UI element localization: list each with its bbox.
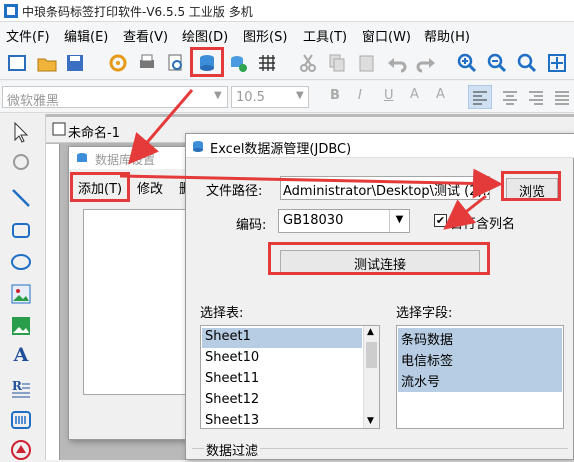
file-path-label: 文件路径:	[206, 184, 263, 199]
save-icon[interactable]	[64, 52, 86, 74]
text-tool-icon[interactable]: A	[9, 344, 33, 368]
text-style-icon[interactable]: A	[410, 87, 419, 102]
picture-tool-icon[interactable]	[9, 314, 33, 338]
document-tab[interactable]: 未命名-1	[68, 122, 120, 141]
zoom-out-icon[interactable]	[486, 52, 508, 74]
image-tool-icon[interactable]	[9, 282, 33, 306]
first-row-label: 首行含列名	[450, 217, 516, 232]
database-icon	[193, 141, 203, 152]
settings-icon[interactable]	[107, 52, 129, 74]
add-button-highlight	[70, 172, 130, 202]
redo-icon[interactable]	[415, 52, 437, 74]
chevron-down-icon[interactable]: ▼	[214, 90, 222, 101]
qrcode-tool-icon[interactable]	[9, 438, 33, 462]
app-logo-icon	[4, 4, 18, 18]
new-file-icon[interactable]	[6, 52, 28, 74]
encoding-value: GB18030	[283, 213, 344, 228]
vertical-ruler	[46, 144, 60, 460]
select-table-label: 选择表:	[200, 306, 244, 321]
italic-icon[interactable]: I	[358, 88, 362, 103]
rectangle-tool-icon[interactable]	[9, 218, 33, 242]
test-connection-highlight	[268, 242, 490, 275]
open-folder-icon[interactable]	[36, 52, 58, 74]
pointer-tool-icon[interactable]	[9, 120, 33, 144]
menu-shape[interactable]: 图形(S)	[243, 26, 287, 45]
underline-icon[interactable]: U	[384, 88, 394, 103]
text-case-icon[interactable]: A	[436, 87, 445, 102]
menu-edit[interactable]: 编辑(E)	[64, 26, 108, 45]
excel-dialog-title: Excel数据源管理(JDBC)	[210, 142, 352, 157]
table-list[interactable]: Sheet1 Sheet10 Sheet11 Sheet12 Sheet13 ▲…	[200, 325, 380, 429]
fit-page-icon[interactable]	[546, 52, 568, 74]
menu-window[interactable]: 窗口(W)	[362, 26, 411, 45]
rotate-tool-icon[interactable]	[9, 150, 33, 174]
file-path-value: Administrator\Desktop\测试 (2).xls	[283, 184, 490, 199]
align-left-icon[interactable]	[468, 85, 492, 109]
field-item[interactable]: 条码数据	[401, 329, 453, 348]
rich-text-tool-icon[interactable]: R	[9, 376, 33, 400]
field-item[interactable]: 电信标签	[401, 350, 453, 369]
scroll-up-icon[interactable]: ▲	[367, 327, 374, 337]
ellipse-tool-icon[interactable]	[9, 250, 33, 274]
scroll-thumb[interactable]	[366, 342, 377, 368]
format-bar: 微软雅黑 ▼ 10.5 ▼ B I U A A	[0, 81, 574, 113]
table-item[interactable]: Sheet13	[205, 413, 259, 428]
field-list[interactable]: 条码数据 电信标签 流水号	[396, 325, 564, 429]
toolbar	[0, 46, 574, 80]
print-preview-icon[interactable]	[165, 52, 187, 74]
table-item[interactable]: Sheet10	[205, 350, 259, 365]
bold-icon[interactable]: B	[330, 88, 340, 103]
document-icon	[52, 122, 66, 136]
align-right-icon[interactable]	[524, 85, 548, 109]
svg-text:R: R	[12, 379, 23, 393]
table-item[interactable]: Sheet12	[205, 392, 259, 407]
data-filter-label: 数据过滤	[204, 440, 261, 459]
menu-view[interactable]: 查看(V)	[123, 26, 168, 45]
copy-icon[interactable]	[326, 52, 348, 74]
chevron-down-icon[interactable]: ▼	[296, 90, 304, 101]
print-icon[interactable]	[136, 52, 158, 74]
font-family-value: 微软雅黑	[7, 94, 60, 108]
title-bar: 中琅条码标签打印软件-V6.5.5 工业版 多机	[0, 0, 574, 22]
edit-button[interactable]: 修改	[137, 178, 163, 197]
scroll-down-icon[interactable]: ▼	[367, 416, 374, 426]
line-tool-icon[interactable]	[9, 186, 33, 210]
table-list-scrollbar[interactable]: ▲ ▼	[363, 326, 379, 428]
menu-file[interactable]: 文件(F)	[6, 26, 50, 45]
database-icon	[77, 153, 87, 162]
window-title: 中琅条码标签打印软件-V6.5.5 工业版 多机	[22, 5, 253, 19]
file-path-input[interactable]: Administrator\Desktop\测试 (2).xls	[280, 176, 490, 200]
field-item[interactable]: 流水号	[401, 371, 440, 390]
menu-draw[interactable]: 绘图(D)	[182, 26, 228, 45]
encoding-label: 编码:	[236, 218, 267, 233]
table-item[interactable]: Sheet11	[205, 371, 259, 386]
menu-tools[interactable]: 工具(T)	[303, 26, 347, 45]
database-icon[interactable]	[196, 52, 218, 74]
excel-dialog-titlebar: Excel数据源管理(JDBC)	[186, 134, 574, 158]
browse-highlight	[501, 171, 561, 201]
barcode-tool-icon[interactable]	[9, 408, 33, 432]
paste-icon[interactable]	[356, 52, 378, 74]
chevron-down-icon[interactable]: ▼	[389, 210, 409, 232]
first-row-checkbox[interactable]: ✔	[434, 214, 447, 227]
align-center-icon[interactable]	[498, 85, 522, 109]
datasource-list[interactable]	[83, 209, 191, 395]
database-dialog-titlebar: 数据库设置	[69, 147, 197, 169]
menu-help[interactable]: 帮助(H)	[424, 26, 470, 45]
font-family-select[interactable]: 微软雅黑	[2, 86, 228, 108]
undo-icon[interactable]	[386, 52, 408, 74]
font-size-value: 10.5	[236, 90, 265, 105]
align-justify-icon[interactable]	[550, 85, 574, 109]
left-tool-palette: A R	[0, 114, 46, 460]
zoom-fit-icon[interactable]	[516, 52, 538, 74]
cut-icon[interactable]	[297, 52, 319, 74]
database-dialog-title: 数据库设置	[95, 153, 156, 167]
database-refresh-icon[interactable]	[227, 52, 249, 74]
select-field-label: 选择字段:	[396, 306, 453, 321]
grid-icon[interactable]	[256, 52, 278, 74]
zoom-in-icon[interactable]	[456, 52, 478, 74]
table-item[interactable]: Sheet1	[205, 329, 251, 344]
menu-bar: 文件(F) 编辑(E) 查看(V) 绘图(D) 图形(S) 工具(T) 窗口(W…	[0, 22, 574, 46]
